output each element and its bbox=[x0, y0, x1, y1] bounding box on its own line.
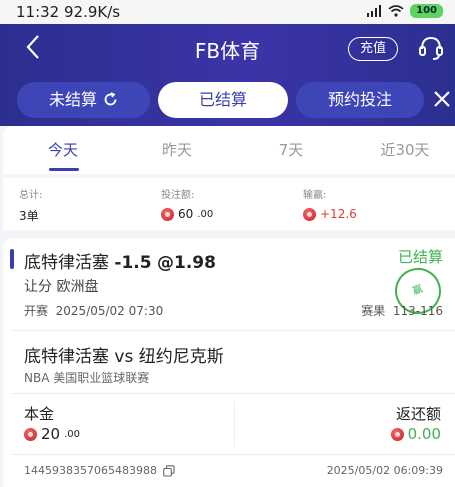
divider bbox=[11, 454, 455, 455]
period-7-days[interactable]: 7天 bbox=[251, 139, 331, 160]
summary-total: 总计: 3单 bbox=[19, 190, 43, 223]
bet-market: 让分 欧洲盘 bbox=[24, 279, 99, 295]
placed-time: 2025/05/02 06:09:39 bbox=[326, 464, 443, 477]
wifi-icon bbox=[388, 5, 404, 17]
divider bbox=[11, 330, 455, 331]
period-30-days[interactable]: 近30天 bbox=[365, 139, 445, 160]
tab-scheduled-bets[interactable]: 预约投注 bbox=[296, 82, 424, 118]
bet-status-tabs: 未结算 已结算 预约投注 bbox=[0, 74, 455, 126]
status-time: 11:32 92.9K/s bbox=[16, 3, 121, 21]
currency-icon bbox=[24, 427, 37, 441]
kickoff-time: 开赛 2025/05/02 07:30 bbox=[24, 304, 164, 318]
match-result: 赛果 113-116 bbox=[361, 304, 443, 318]
battery-icon: 100 bbox=[410, 4, 443, 18]
match-name: 底特律活塞 vs 纽约尼克斯 bbox=[24, 347, 224, 367]
bet-card[interactable]: 底特律活塞 -1.5 @1.98 已结算 赢 让分 欧洲盘 开赛 2025/05… bbox=[3, 238, 455, 487]
divider bbox=[11, 393, 455, 394]
tab-settled[interactable]: 已结算 bbox=[158, 82, 288, 118]
refresh-icon[interactable] bbox=[103, 92, 118, 107]
signal-icon bbox=[367, 5, 382, 17]
summary-panel: 总计: 3单 投注额: 60.00 输赢: +12.6 bbox=[3, 178, 455, 230]
divider bbox=[234, 402, 235, 446]
period-today[interactable]: 今天 bbox=[23, 139, 103, 160]
active-period-indicator bbox=[49, 168, 79, 171]
close-icon[interactable] bbox=[433, 90, 451, 108]
bet-selection: 底特律活塞 -1.5 @1.98 bbox=[24, 253, 216, 273]
ticket-id: 1445938357065483988 bbox=[24, 464, 175, 477]
currency-icon bbox=[390, 427, 404, 441]
app-header: FB体育 充值 bbox=[0, 24, 455, 74]
stake-value: 20.00 bbox=[24, 425, 80, 443]
return-value: 0.00 bbox=[390, 425, 441, 443]
card-accent bbox=[10, 249, 14, 269]
recharge-button[interactable]: 充值 bbox=[348, 37, 398, 61]
period-yesterday[interactable]: 昨天 bbox=[137, 139, 217, 160]
currency-icon bbox=[303, 207, 316, 221]
copy-icon[interactable] bbox=[163, 464, 175, 477]
league-name: NBA 美国职业篮球联赛 bbox=[24, 371, 150, 385]
currency-icon bbox=[161, 207, 174, 221]
tab-unsettled[interactable]: 未结算 bbox=[17, 82, 150, 118]
status-badge: 已结算 bbox=[397, 248, 443, 266]
summary-stake: 投注额: 60.00 bbox=[161, 190, 214, 221]
summary-profit-loss: 输赢: +12.6 bbox=[303, 190, 357, 221]
return-label: 返还额 bbox=[395, 405, 441, 423]
stake-label: 本金 bbox=[24, 405, 55, 423]
period-filter: 今天 昨天 7天 近30天 bbox=[3, 126, 455, 174]
status-bar: 11:32 92.9K/s 100 bbox=[0, 0, 455, 24]
customer-service-icon[interactable] bbox=[417, 34, 445, 62]
